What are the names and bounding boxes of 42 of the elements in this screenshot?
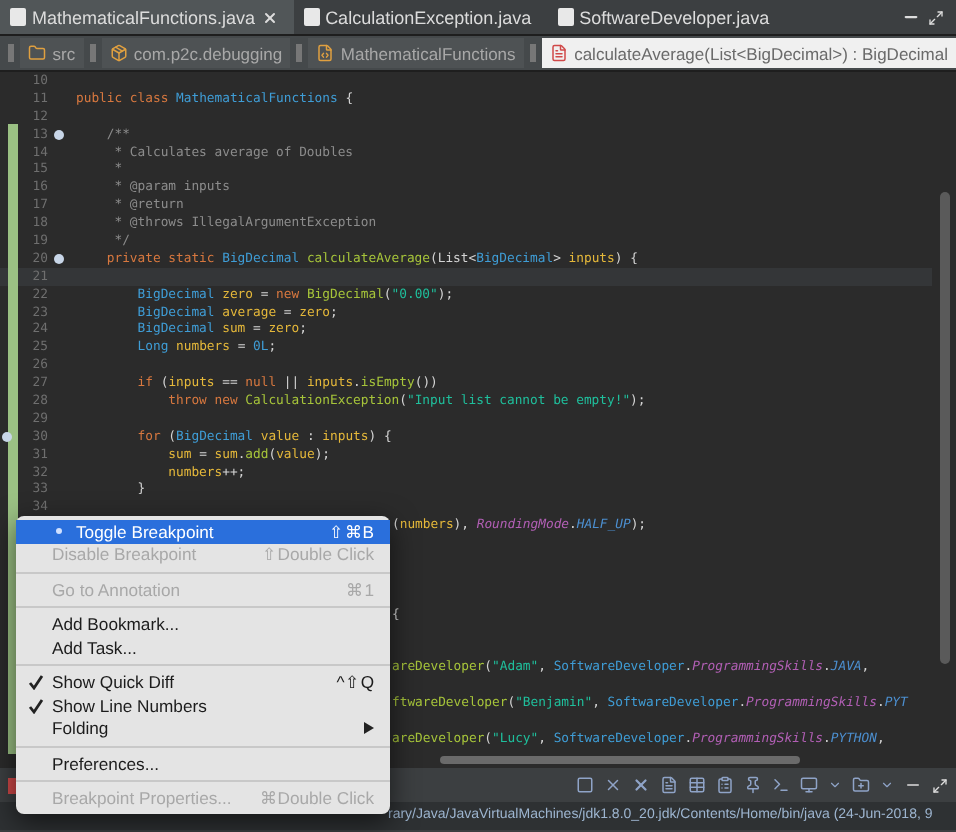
breadcrumb-item[interactable]: MathematicalFunctions	[308, 38, 524, 68]
menu-item[interactable]: Add Bookmark...	[16, 613, 390, 636]
editor-tab[interactable]: CalculationException.java	[293, 0, 548, 34]
editor-tab[interactable]: MathematicalFunctions.java	[0, 0, 294, 34]
editor-tab[interactable]: SoftwareDeveloper.java	[547, 0, 786, 34]
method-icon	[550, 44, 569, 62]
folder-icon	[28, 44, 47, 62]
maximize-icon[interactable]	[932, 777, 948, 793]
java-file-icon	[303, 8, 320, 26]
clipboard-icon[interactable]	[716, 776, 734, 794]
scrollbar-thumb[interactable]	[939, 192, 949, 664]
terminal-icon[interactable]	[772, 776, 790, 794]
pin-icon[interactable]	[744, 776, 762, 794]
breadcrumb-item[interactable]: src	[20, 38, 84, 68]
folder-icon[interactable]	[852, 776, 870, 794]
menu-item[interactable]: Folding	[16, 717, 390, 740]
breadcrumb-item[interactable]: calculateAverage(List<BigDecimal>) : BigDecimal	[542, 38, 956, 68]
menu-item[interactable]: Toggle Breakpoint ⇧⌘B	[16, 520, 390, 543]
java-file-icon	[10, 8, 26, 26]
stop-icon[interactable]	[576, 776, 594, 794]
menu-item[interactable]: Show Line Numbers	[16, 694, 390, 717]
close-icon[interactable]	[261, 9, 278, 25]
dropdown-icon[interactable]	[880, 778, 894, 792]
remove-icon[interactable]	[604, 776, 622, 794]
breadcrumb-item[interactable]: com.p2c.debugging	[101, 38, 291, 68]
table-icon[interactable]	[688, 776, 706, 794]
breakpoint-icon	[56, 528, 62, 535]
fold-icon[interactable]	[54, 253, 64, 264]
package-icon	[109, 44, 128, 62]
menu-item[interactable]: Show Quick Diff ^⇧Q	[16, 671, 390, 694]
dropdown-icon[interactable]	[828, 778, 842, 792]
maximize-icon[interactable]	[928, 9, 944, 25]
menu-item[interactable]: Preferences...	[16, 752, 390, 775]
remove-all-icon[interactable]	[632, 776, 650, 794]
fold-icon[interactable]	[54, 129, 64, 140]
class-icon	[316, 44, 335, 62]
document-icon[interactable]	[660, 776, 678, 794]
java-file-icon	[557, 8, 574, 26]
menu-item[interactable]: Add Task...	[16, 636, 390, 659]
submenu-arrow-icon	[364, 722, 374, 735]
scrollbar-thumb[interactable]	[440, 756, 800, 764]
monitor-icon[interactable]	[800, 776, 818, 794]
